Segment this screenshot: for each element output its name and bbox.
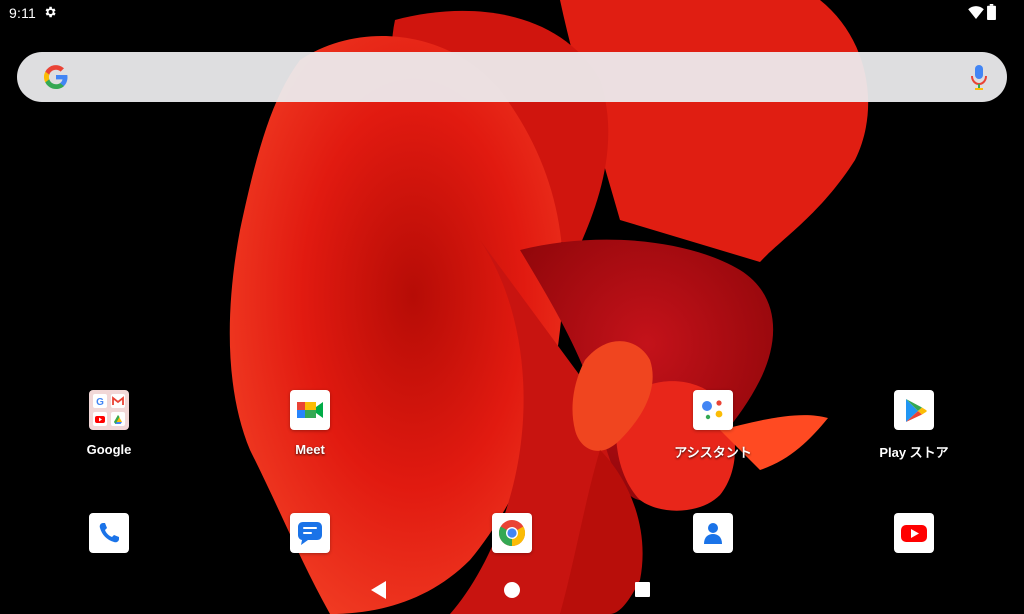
svg-text:G: G — [96, 397, 104, 408]
dock-app-contacts[interactable] — [653, 513, 773, 553]
recents-icon[interactable] — [635, 582, 650, 597]
google-folder-icon: G — [89, 390, 129, 430]
app-google-folder[interactable]: G Google — [49, 390, 169, 457]
google-search-bar[interactable] — [17, 52, 1007, 102]
chrome-icon — [492, 513, 532, 553]
messages-icon — [290, 513, 330, 553]
dock-app-phone[interactable] — [49, 513, 169, 553]
dock-app-chrome[interactable] — [452, 513, 572, 553]
youtube-icon — [894, 513, 934, 553]
meet-icon — [290, 390, 330, 430]
contacts-icon — [693, 513, 733, 553]
home-icon[interactable] — [504, 582, 520, 598]
dock-app-messages[interactable] — [250, 513, 370, 553]
app-meet[interactable]: Meet — [250, 390, 370, 457]
phone-icon — [89, 513, 129, 553]
gear-icon — [45, 6, 56, 18]
battery-icon — [987, 4, 996, 20]
dock-app-youtube[interactable] — [854, 513, 974, 553]
mic-icon[interactable] — [969, 64, 989, 90]
app-assistant[interactable]: アシスタント — [653, 390, 773, 461]
back-icon[interactable] — [371, 581, 387, 599]
app-label: アシスタント — [674, 445, 752, 460]
app-label: Play ストア — [879, 445, 949, 460]
status-bar: 9:11 — [0, 0, 1024, 26]
app-label: Meet — [295, 442, 325, 457]
play-store-icon — [894, 390, 934, 430]
assistant-icon — [693, 390, 733, 430]
clock: 9:11 — [9, 5, 37, 21]
navigation-bar — [0, 568, 1024, 614]
wifi-icon — [968, 6, 984, 19]
app-label: Google — [86, 442, 132, 457]
app-play-store[interactable]: Play ストア — [854, 390, 974, 461]
google-g-icon — [44, 65, 68, 89]
